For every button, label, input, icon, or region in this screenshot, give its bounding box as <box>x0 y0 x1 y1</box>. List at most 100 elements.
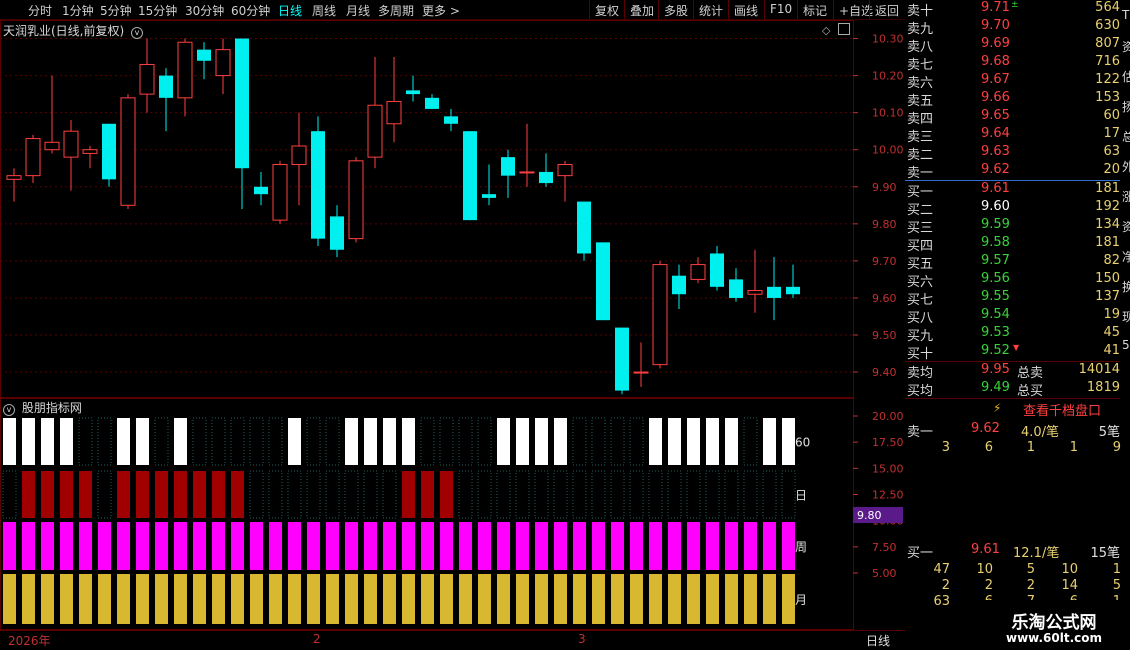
toolbar-button[interactable]: 统计 <box>693 0 728 19</box>
candle[interactable] <box>767 257 781 321</box>
period-tab[interactable]: 60分钟 <box>231 2 270 19</box>
candle[interactable] <box>557 160 573 202</box>
bid-level-row[interactable]: 买三 9.59 134 <box>905 217 1120 236</box>
bid-level-row[interactable]: 买七 9.55 137 <box>905 289 1120 308</box>
period-label[interactable]: 日线 <box>866 632 890 649</box>
indicator-bar <box>3 418 16 465</box>
toolbar-button[interactable]: 返回 <box>869 0 904 19</box>
candle[interactable] <box>120 94 136 209</box>
candle[interactable] <box>615 327 629 395</box>
candle[interactable] <box>672 264 686 310</box>
candle-body <box>767 286 781 298</box>
period-tab[interactable]: 月线 <box>346 2 370 19</box>
candle[interactable] <box>652 260 668 369</box>
period-tab[interactable]: 5分钟 <box>100 2 132 19</box>
bid-level-row[interactable]: 买十 9.52 ▼ 41 <box>905 343 1120 362</box>
ask-level-row[interactable]: 卖六 9.67 122 <box>905 72 1120 91</box>
indicator-chart[interactable]: 20.0017.5015.0012.5010.007.505.0060日周月9.… <box>0 398 905 630</box>
candle[interactable] <box>102 123 116 187</box>
toolbar-button[interactable]: 标记 <box>797 0 832 19</box>
candle[interactable] <box>25 134 41 184</box>
candle[interactable] <box>215 38 231 95</box>
candle[interactable] <box>367 57 383 169</box>
buy1-detail-row: 买一 9.61 12.1/笔 15笔 <box>905 542 1120 561</box>
candle[interactable] <box>747 249 763 313</box>
candle[interactable] <box>235 38 249 209</box>
candle[interactable] <box>386 57 402 143</box>
bid-level-row[interactable]: 买八 9.54 19 <box>905 307 1120 326</box>
candle[interactable] <box>6 168 22 202</box>
period-tab[interactable]: 更多 > <box>422 2 460 19</box>
chevron-down-icon[interactable]: v <box>131 27 144 39</box>
candle[interactable] <box>197 42 211 80</box>
candle[interactable] <box>63 120 79 191</box>
bid-level-row[interactable]: 买一 9.61 181 <box>905 181 1120 200</box>
bid-level-row[interactable]: 买四 9.58 181 <box>905 235 1120 254</box>
candle[interactable] <box>44 75 60 154</box>
candle[interactable] <box>348 157 364 243</box>
toolbar-button[interactable]: 多股 <box>658 0 693 19</box>
candle[interactable] <box>710 246 724 291</box>
ask-level-row[interactable]: 卖三 9.64 17 <box>905 126 1120 145</box>
chevron-down-icon[interactable]: v <box>3 404 15 416</box>
toolbar-button[interactable]: 画线 <box>728 0 763 19</box>
bid-level-row[interactable]: 买二 9.60 192 <box>905 199 1120 218</box>
side-strip-char: 总 <box>1122 130 1130 144</box>
ask-level-row[interactable]: 卖二 9.63 63 <box>905 144 1120 163</box>
candle[interactable] <box>291 112 307 206</box>
candle[interactable] <box>254 171 268 206</box>
period-tab[interactable]: 30分钟 <box>185 2 224 19</box>
period-tab[interactable]: 1分钟 <box>62 2 94 19</box>
candle[interactable] <box>501 149 515 198</box>
candle[interactable] <box>425 94 439 109</box>
ask-level-row[interactable]: 卖七 9.68 716 <box>905 54 1120 73</box>
candle[interactable] <box>577 201 591 261</box>
candle[interactable] <box>406 75 420 102</box>
indicator-bar <box>287 470 302 519</box>
candle[interactable] <box>159 68 173 132</box>
ask-level-row[interactable]: 卖十 9.71 ±564 <box>905 0 1120 19</box>
ask-total-label: 总卖 <box>1017 366 1044 381</box>
candle[interactable] <box>786 264 800 298</box>
ask-level-row[interactable]: 卖一 9.62 20 <box>905 162 1120 181</box>
thousand-level-link[interactable]: 查看千档盘口 <box>1023 400 1101 419</box>
ask-level-row[interactable]: 卖九 9.70 630 <box>905 18 1120 37</box>
period-tab[interactable]: 分时 <box>28 2 52 19</box>
bid-level-label: 买六 <box>907 275 934 290</box>
diamond-icon[interactable]: ◇ <box>822 24 830 37</box>
toolbar-button[interactable]: 叠加 <box>624 0 659 19</box>
bid-level-row[interactable]: 买九 9.53 45 <box>905 325 1120 344</box>
toolbar-button[interactable]: F10 <box>764 0 797 19</box>
candlestick-chart[interactable]: 10.30 10.20 10.10 10.00 9.90 9.80 9.70 9.60 9.50… <box>0 20 905 398</box>
date-label-mar: 3 <box>578 632 586 646</box>
period-tab[interactable]: 日线 <box>278 2 302 19</box>
candle[interactable] <box>82 146 98 169</box>
ask-level-row[interactable]: 卖四 9.65 60 <box>905 108 1120 127</box>
indicator-bar <box>610 470 625 519</box>
ask-level-row[interactable]: 卖八 9.69 807 <box>905 36 1120 55</box>
candle[interactable] <box>272 160 288 224</box>
candle[interactable] <box>463 131 477 221</box>
candle[interactable] <box>633 342 649 387</box>
indicator-bar <box>478 574 491 624</box>
bid-level-row[interactable]: 买五 9.57 82 <box>905 253 1120 272</box>
candle[interactable] <box>482 164 496 206</box>
candle[interactable] <box>596 242 610 321</box>
ask-level-row[interactable]: 卖五 9.66 153 <box>905 90 1120 109</box>
candle[interactable] <box>539 153 553 187</box>
y-tick-label: 10.10 <box>872 107 904 120</box>
candle[interactable] <box>330 205 344 258</box>
candle[interactable] <box>690 257 706 284</box>
bid-level-row[interactable]: 买六 9.56 150 <box>905 271 1120 290</box>
period-tab[interactable]: 15分钟 <box>138 2 177 19</box>
candle[interactable] <box>177 38 193 117</box>
candle[interactable] <box>311 116 325 247</box>
side-strip-char: 扬 <box>1122 100 1130 114</box>
candle[interactable] <box>729 268 743 302</box>
toolbar-button[interactable]: 复权 <box>589 0 624 19</box>
restore-icon[interactable] <box>838 23 850 35</box>
candle[interactable] <box>519 123 535 187</box>
period-tab[interactable]: 多周期 <box>378 2 414 19</box>
candle[interactable] <box>139 38 155 113</box>
period-tab[interactable]: 周线 <box>312 2 336 19</box>
